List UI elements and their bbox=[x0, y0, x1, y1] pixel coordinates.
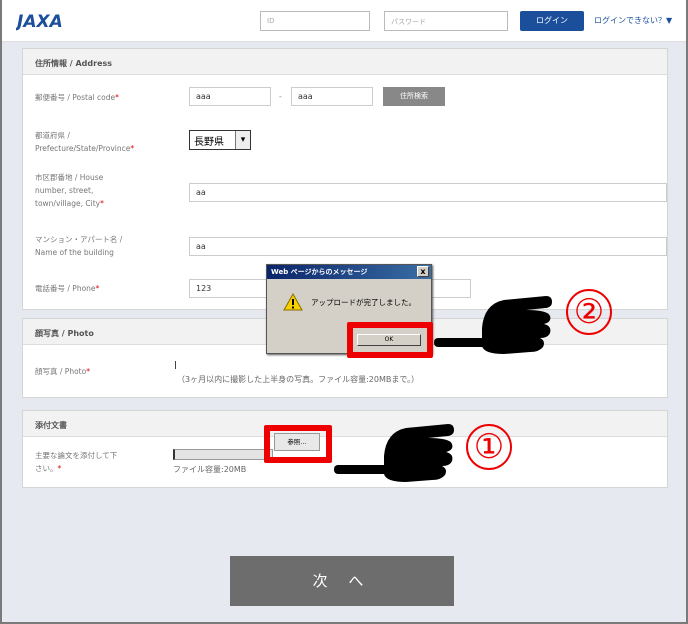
dialog-ok-button[interactable]: OK bbox=[357, 334, 421, 346]
id-input[interactable]: ID bbox=[260, 11, 370, 31]
warning-icon bbox=[283, 292, 303, 311]
city-label: 市区郡番地 / House number, street, town/village… bbox=[35, 173, 104, 208]
pointing-hand-icon bbox=[434, 286, 564, 364]
city-field[interactable]: aa bbox=[189, 183, 667, 202]
chevron-down-icon: ▾ bbox=[235, 131, 250, 149]
postal-code-field-1[interactable]: aaa bbox=[189, 87, 271, 106]
prefecture-label: 都道府県 / Prefecture/State/Province* bbox=[35, 131, 135, 153]
site-header: JAXA ID パスワード ログイン ログインできない？▼ bbox=[2, 0, 686, 42]
photo-file-input[interactable] bbox=[175, 361, 176, 369]
prefecture-select[interactable]: 長野県 ▾ bbox=[189, 130, 251, 150]
postal-code-label: 郵便番号 / Postal code* bbox=[35, 93, 119, 102]
jaxa-logo[interactable]: JAXA bbox=[14, 10, 70, 32]
building-field[interactable]: aa bbox=[189, 237, 667, 256]
attachment-label: 主要な論文を添付して下 さい。* bbox=[35, 451, 118, 473]
step-1-marker: ① bbox=[466, 424, 512, 470]
close-icon[interactable]: x bbox=[417, 266, 429, 277]
step-2-marker: ② bbox=[566, 289, 612, 335]
photo-note: （3ヶ月以内に撮影した上半身の写真。ファイル容量:20MBまで。） bbox=[177, 375, 420, 384]
next-button[interactable]: 次 へ bbox=[230, 556, 454, 606]
postal-dash: - bbox=[279, 92, 282, 101]
attachment-size-note: ファイル容量:20MB bbox=[173, 465, 247, 474]
cant-login-link[interactable]: ログインできない？▼ bbox=[594, 15, 672, 26]
building-label: マンション・アパート名 / Name of the building bbox=[35, 235, 123, 257]
browse-button[interactable]: 参照... bbox=[274, 433, 320, 451]
dialog-title: Web ページからのメッセージ x bbox=[267, 265, 431, 279]
phone-label: 電話番号 / Phone* bbox=[35, 284, 100, 293]
address-section-title: 住所情報 / Address bbox=[23, 49, 667, 75]
password-input[interactable]: パスワード bbox=[384, 11, 508, 31]
pointing-hand-icon bbox=[334, 418, 464, 498]
login-button[interactable]: ログイン bbox=[520, 11, 584, 31]
address-search-button[interactable]: 住所検索 bbox=[383, 87, 445, 106]
photo-label: 顔写真 / Photo* bbox=[35, 367, 90, 376]
dialog-message: アップロードが完了しました。 bbox=[311, 298, 416, 307]
svg-text:JAXA: JAXA bbox=[16, 12, 63, 32]
postal-code-field-2[interactable]: aaa bbox=[291, 87, 373, 106]
attachment-file-path[interactable] bbox=[173, 449, 273, 460]
